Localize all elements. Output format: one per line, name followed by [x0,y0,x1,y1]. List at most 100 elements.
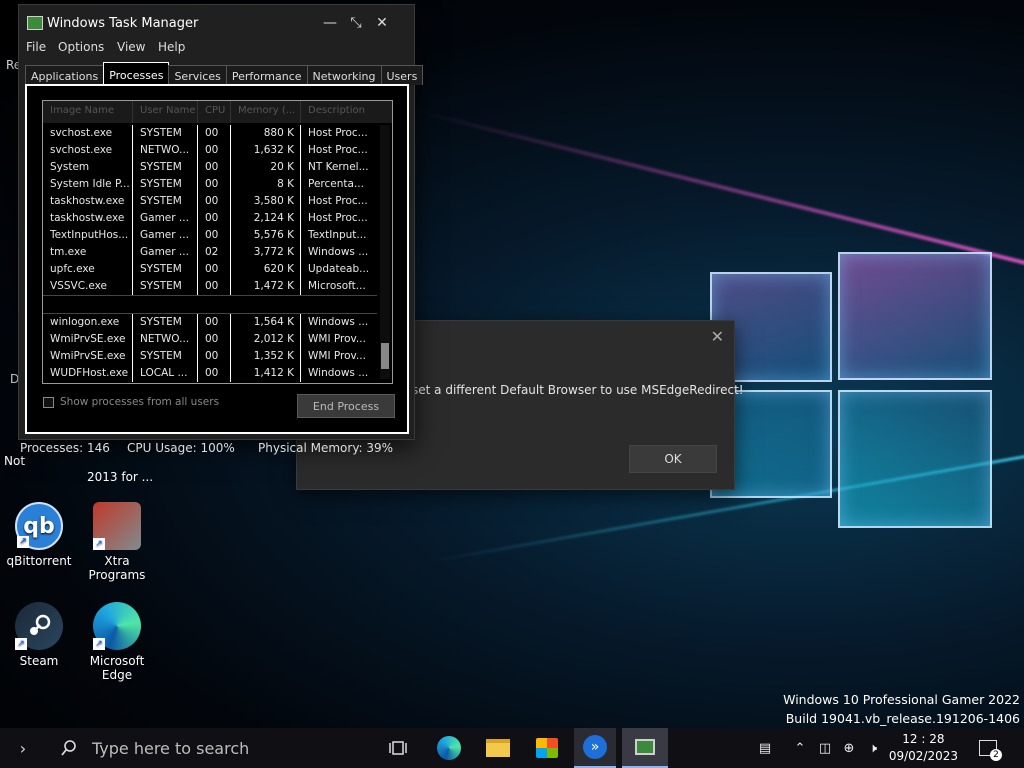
menu-help[interactable]: Help [158,40,185,54]
column-image-name[interactable]: Image Name [43,101,133,123]
table-row[interactable]: WmiPrvSE.exe SYSTEM 00 1,352 K WMI Prov... [43,348,377,365]
cell-description: NT Kernel... [308,161,369,173]
checkbox-box[interactable] [43,396,54,408]
cell-memory: 1,472 K [231,278,301,295]
end-process-button[interactable]: End Process [297,394,395,418]
menu-file[interactable]: File [26,40,46,54]
table-row[interactable]: System Idle P... SYSTEM 00 8 K Percenta... [43,176,377,193]
tab-performance[interactable]: Performance [225,65,308,85]
processes-panel: Image Name User Name CPU Memory (... Des… [25,84,409,434]
close-icon[interactable]: ✕ [371,13,393,33]
cell-memory: 2,124 K [231,210,301,227]
cell-cpu: 02 [198,244,231,261]
cell-memory: 880 K [231,125,301,142]
desktop-icon-steam[interactable]: ↗ Steam [3,602,75,668]
terminal-app-icon[interactable]: » [574,728,616,768]
cell-memory: 620 K [231,261,301,278]
volume-muted-icon[interactable]: 🕨 [862,728,884,768]
table-row[interactable]: svchost.exe NETWO... 00 1,632 K Host Proc... [43,142,377,159]
desktop-icon-label: Microsoft Edge [89,654,145,682]
cell-cpu: 00 [198,125,231,142]
table-row[interactable]: VSSVC.exe SYSTEM 00 1,472 K Microsoft... [43,278,377,295]
clock[interactable]: 12 : 28 09/02/2023 [889,731,958,765]
cell-user-name: SYSTEM [133,261,198,278]
file-explorer-icon[interactable] [483,728,513,768]
minimize-icon[interactable]: — [319,13,341,33]
watermark-build: Build 19041.vb_release.191206-1406 [785,711,1020,726]
start-chevron-icon[interactable]: › [10,728,36,768]
status-processes: Processes: 146 [20,441,110,455]
cell-cpu: 00 [198,176,231,193]
cell-memory: 1,632 K [231,142,301,159]
table-row[interactable]: taskhostw.exe SYSTEM 00 3,580 K Host Proc... [43,193,377,210]
tab-applications[interactable]: Applications [25,65,105,85]
table-row[interactable]: WUDFHost.exe LOCAL ... 00 1,412 K Windows ..… [43,365,377,382]
taskbar: › Type here to search » ▤ ⌃ ◫ ⊕ 🕨 12 : 2… [0,728,1024,768]
task-manager-icon [27,16,43,30]
tab-users[interactable]: Users [380,65,424,85]
table-row[interactable]: taskhostw.exe Gamer ... 00 2,124 K Host Proc… [43,210,377,227]
cell-memory: 1,564 K [231,314,301,331]
close-icon[interactable]: ✕ [711,327,724,346]
search-icon [61,740,76,756]
process-list[interactable]: Image Name User Name CPU Memory (... Des… [42,100,393,384]
column-memory[interactable]: Memory (... [231,101,301,123]
table-row[interactable]: WmiPrvSE.exe NETWO... 00 2,012 K WMI Prov... [43,331,377,348]
tab-strip: Applications Processes Services Performa… [25,62,424,85]
desktop-icon-qbittorrent[interactable]: qb ↗ qBittorrent [3,502,75,568]
vertical-scrollbar[interactable] [380,125,390,379]
cell-image-name: taskhostw.exe [43,210,133,227]
shortcut-arrow-icon: ↗ [15,638,27,650]
scrollbar-thumb[interactable] [381,343,389,369]
tab-networking[interactable]: Networking [306,65,382,85]
notification-center-icon[interactable]: 2 [974,728,1002,768]
globe-icon[interactable]: ⊕ [838,728,860,768]
shortcut-arrow-icon: ↗ [93,638,105,650]
title-bar[interactable]: Windows Task Manager — ⤡ ✕ [19,5,414,41]
table-row[interactable]: upfc.exe SYSTEM 00 620 K Updateab... [43,261,377,278]
cell-cpu: 00 [198,348,231,365]
ok-button[interactable]: OK [629,445,717,473]
table-row[interactable]: winlogon.exe SYSTEM 00 1,564 K Windows ... [43,314,377,331]
store-icon[interactable] [532,728,562,768]
status-cpu: CPU Usage: 100% [127,441,235,455]
cell-description: Windows ... [308,367,369,379]
tab-services[interactable]: Services [168,65,227,85]
cell-memory: 3,580 K [231,193,301,210]
cell-user-name: NETWO... [133,331,198,348]
menu-options[interactable]: Options [58,40,104,54]
cell-cpu: 00 [198,314,231,331]
table-row[interactable]: tm.exe Gamer ... 02 3,772 K Windows ... [43,244,377,261]
cell-image-name: WmiPrvSE.exe [43,331,133,348]
cell-user-name: SYSTEM [133,159,198,176]
table-row[interactable]: System SYSTEM 00 20 K NT Kernel... [43,159,377,176]
cell-memory: 5,576 K [231,227,301,244]
cell-description: Microsoft... [308,280,366,292]
device-icon[interactable]: ◫ [814,728,836,768]
desktop-icon-label: qBittorrent [6,554,72,568]
column-description[interactable]: Description [301,101,377,123]
selected-row[interactable] [43,295,377,314]
show-all-users-checkbox[interactable]: Show processes from all users [43,396,219,408]
desktop-icon-label: Xtra Programs [88,554,146,582]
cell-user-name: NETWO... [133,142,198,159]
chevron-up-icon[interactable]: ⌃ [790,728,810,768]
column-cpu[interactable]: CPU [198,101,231,123]
menu-view[interactable]: View [117,40,145,54]
table-row[interactable]: TextInputHos... Gamer ... 00 5,576 K TextInp… [43,227,377,244]
edge-taskbar-icon[interactable] [434,728,464,768]
table-row[interactable]: svchost.exe SYSTEM 00 880 K Host Proc... [43,125,377,142]
tab-processes[interactable]: Processes [103,62,170,85]
desktop-icon-xtra-programs[interactable]: ↗ Xtra Programs [81,502,153,582]
maximize-icon[interactable]: ⤡ [345,13,367,33]
status-bar: Processes: 146 CPU Usage: 100% Physical … [20,441,393,455]
desktop-icon-microsoft-edge[interactable]: ↗ Microsoft Edge [81,602,153,682]
cell-user-name: SYSTEM [133,176,198,193]
keyboard-icon[interactable]: ▤ [750,728,780,768]
cell-user-name: LOCAL ... [133,365,198,382]
search-box[interactable]: Type here to search [60,728,360,768]
task-view-icon[interactable] [384,728,412,768]
column-user-name[interactable]: User Name [133,101,198,123]
qbittorrent-icon: qb ↗ [15,502,63,550]
task-manager-taskbar-icon[interactable] [622,728,668,768]
